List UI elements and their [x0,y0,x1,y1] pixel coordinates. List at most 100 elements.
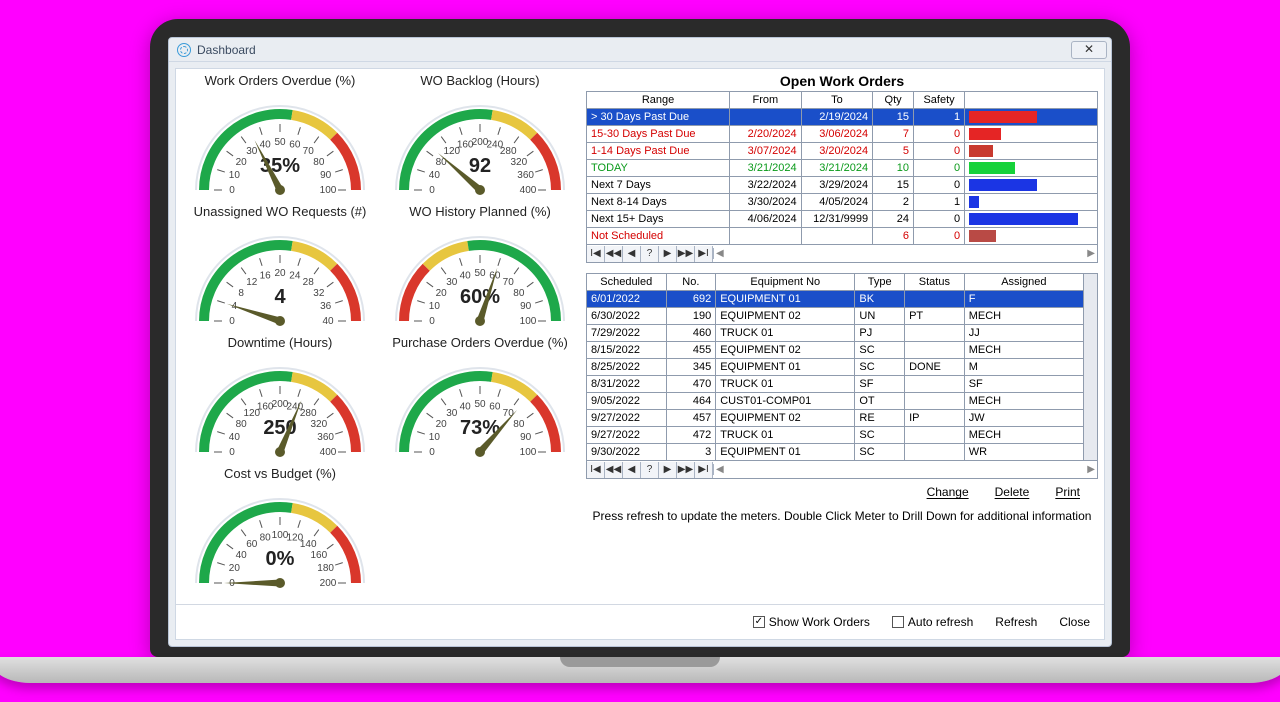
gauge-dial[interactable]: 04080120160200240280320360400 250 [185,352,375,460]
print-button[interactable]: Print [1055,485,1080,499]
gauge-meter[interactable]: Unassigned WO Requests (#) 0481216202428… [182,204,378,329]
work-order-row[interactable]: 9/27/2022457EQUIPMENT 02REIPJW [587,410,1084,427]
svg-text:90: 90 [320,170,332,181]
col-status[interactable]: Status [905,274,965,291]
work-order-row[interactable]: 9/05/2022464CUST01-COMP01OTMECH [587,393,1084,410]
gauge-dial[interactable]: 020406080100120140160180200 0% [185,483,375,591]
range-row[interactable]: Next 7 Days3/22/20243/29/2024150 [587,177,1098,194]
work-order-row[interactable]: 8/15/2022455EQUIPMENT 02SCMECH [587,342,1084,359]
range-row[interactable]: TODAY3/21/20243/21/2024100 [587,160,1098,177]
pager-fastfwd-icon[interactable]: ▶▶ [677,462,695,478]
gauges-panel: Work Orders Overdue (%) 0102030405060708… [176,69,586,604]
pager-fwd-icon[interactable]: ▶ [659,462,677,478]
show-work-orders-checkbox[interactable]: ✓ Show Work Orders [753,615,870,629]
gauge-meter[interactable]: Purchase Orders Overdue (%) 010203040506… [382,335,578,460]
gauge-title: Downtime (Hours) [182,335,378,350]
gauge-meter[interactable]: WO Backlog (Hours) 040801201602002402803… [382,73,578,198]
svg-text:80: 80 [313,157,325,168]
svg-text:40: 40 [460,401,472,412]
auto-refresh-checkbox[interactable]: Auto refresh [892,615,973,629]
pager-fastback-icon[interactable]: ◀◀ [605,462,623,478]
gauge-meter[interactable]: Downtime (Hours) 04080120160200240280320… [182,335,378,460]
svg-text:280: 280 [500,146,517,157]
pager-first-icon[interactable]: I◀ [587,462,605,478]
wo-grid-scrollbar[interactable] [1084,273,1098,461]
svg-text:50: 50 [474,268,486,279]
pager-last-icon[interactable]: ▶I [695,462,713,478]
pager-back-icon[interactable]: ◀ [623,246,641,262]
open-orders-grid[interactable]: Range From To Qty Safety > 30 Days Past … [586,91,1098,245]
app-window: Dashboard ✕ Work Orders Overdue (%) 0102… [168,37,1112,647]
svg-text:36: 36 [320,301,332,312]
svg-text:28: 28 [303,277,315,288]
range-row[interactable]: Next 15+ Days4/06/202412/31/9999240 [587,211,1098,228]
pager-fwd-icon[interactable]: ▶ [659,246,677,262]
pager-fastback-icon[interactable]: ◀◀ [605,246,623,262]
work-order-row[interactable]: 6/01/2022692EQUIPMENT 01BKF [587,291,1084,308]
gauge-meter[interactable]: Work Orders Overdue (%) 0102030405060708… [182,73,378,198]
change-button[interactable]: Change [927,485,969,499]
svg-text:80: 80 [236,419,248,430]
col-equip[interactable]: Equipment No [716,274,855,291]
range-row[interactable]: Next 8-14 Days3/30/20244/05/202421 [587,194,1098,211]
window-close-button[interactable]: ✕ [1071,41,1107,59]
gauge-dial[interactable]: 0102030405060708090100 60% [385,221,575,329]
svg-text:100: 100 [520,316,537,327]
pager-scrollbar[interactable]: ◀▶ [713,248,1097,259]
work-orders-grid[interactable]: Scheduled No. Equipment No Type Status A… [586,273,1084,461]
col-scheduled[interactable]: Scheduled [587,274,667,291]
gauge-dial[interactable]: 0102030405060708090100 35% [185,90,375,198]
gauge-title: Work Orders Overdue (%) [182,73,378,88]
svg-text:20: 20 [229,563,241,574]
svg-text:320: 320 [310,419,327,430]
pager-fastfwd-icon[interactable]: ▶▶ [677,246,695,262]
col-qty[interactable]: Qty [873,92,914,109]
refresh-button[interactable]: Refresh [995,615,1037,629]
pager-scrollbar[interactable]: ◀▶ [713,464,1097,475]
open-orders-pager[interactable]: I◀ ◀◀ ◀ ? ▶ ▶▶ ▶I ◀▶ [586,245,1098,263]
close-button[interactable]: Close [1059,615,1090,629]
col-from[interactable]: From [730,92,802,109]
svg-text:280: 280 [300,408,317,419]
range-row[interactable]: 1-14 Days Past Due3/07/20243/20/202450 [587,143,1098,160]
work-order-row[interactable]: 7/29/2022460TRUCK 01PJJJ [587,325,1084,342]
svg-text:40: 40 [429,170,441,181]
hint-text: Press refresh to update the meters. Doub… [586,499,1098,527]
col-to[interactable]: To [801,92,873,109]
work-order-row[interactable]: 6/30/2022190EQUIPMENT 02UNPTMECH [587,308,1084,325]
pager-first-icon[interactable]: I◀ [587,246,605,262]
work-order-row[interactable]: 8/31/2022470TRUCK 01SFSF [587,376,1084,393]
svg-text:50: 50 [474,399,486,410]
col-range[interactable]: Range [587,92,730,109]
range-row[interactable]: > 30 Days Past Due2/19/2024151 [587,109,1098,126]
col-safety[interactable]: Safety [914,92,965,109]
col-assigned[interactable]: Assigned [964,274,1083,291]
gauge-dial[interactable]: 0102030405060708090100 73% [385,352,575,460]
col-no[interactable]: No. [666,274,716,291]
svg-text:360: 360 [517,170,534,181]
delete-button[interactable]: Delete [995,485,1030,499]
svg-text:20: 20 [236,157,248,168]
gauge-dial[interactable]: 04080120160200240280320360400 92 [385,90,575,198]
svg-text:60: 60 [289,139,301,150]
gauge-meter[interactable]: WO History Planned (%) 01020304050607080… [382,204,578,329]
col-type[interactable]: Type [855,274,905,291]
svg-text:180: 180 [317,563,334,574]
work-order-row[interactable]: 9/27/2022472TRUCK 01SCMECH [587,427,1084,444]
gauge-meter[interactable]: Cost vs Budget (%) 020406080100120140160… [182,466,378,591]
range-row[interactable]: 15-30 Days Past Due2/20/20243/06/202470 [587,126,1098,143]
svg-text:0: 0 [229,447,235,458]
range-row[interactable]: Not Scheduled60 [587,228,1098,245]
work-order-row[interactable]: 8/25/2022345EQUIPMENT 01SCDONEM [587,359,1084,376]
gauge-dial[interactable]: 0481216202428323640 4 [185,221,375,329]
app-icon [177,43,191,57]
show-work-orders-label: Show Work Orders [769,615,870,629]
svg-text:80: 80 [513,419,525,430]
wo-grid-pager[interactable]: I◀ ◀◀ ◀ ? ▶ ▶▶ ▶I ◀▶ [586,461,1098,479]
pager-back-icon[interactable]: ◀ [623,462,641,478]
work-order-row[interactable]: 9/30/20223EQUIPMENT 01SCWR [587,444,1084,461]
svg-text:40: 40 [260,139,272,150]
pager-last-icon[interactable]: ▶I [695,246,713,262]
pager-help-icon[interactable]: ? [641,462,659,478]
pager-help-icon[interactable]: ? [641,246,659,262]
